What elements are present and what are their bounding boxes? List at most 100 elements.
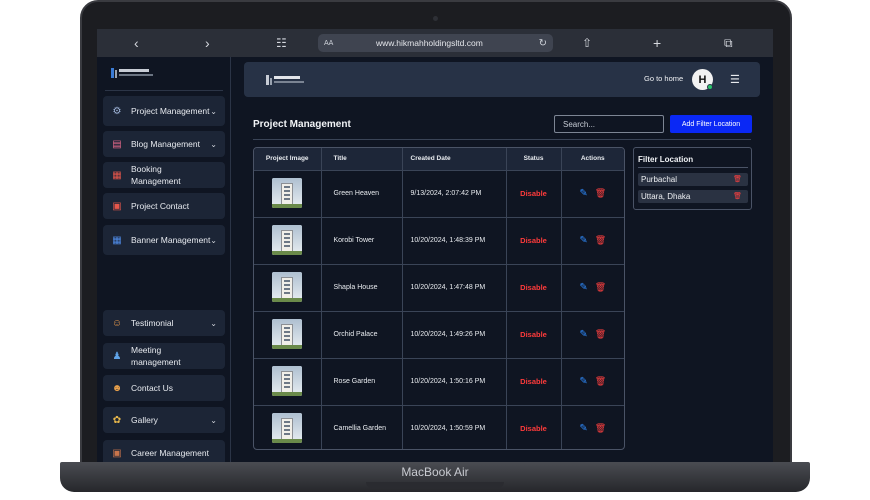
device-brand-label: MacBook Air xyxy=(401,465,469,479)
column-header-project-image: Project Image xyxy=(254,148,322,171)
edit-icon[interactable]: ✎ xyxy=(579,329,587,340)
created-date: 9/13/2024, 2:07:42 PM xyxy=(402,170,507,218)
gear-icon: ⚙ xyxy=(112,105,122,117)
sidebar-item-career-management[interactable]: ▣ Career Management xyxy=(103,440,225,462)
back-icon[interactable]: ‹ xyxy=(134,35,139,51)
project-title: Korobi Tower xyxy=(321,217,403,265)
image-icon: ▦ xyxy=(112,234,122,246)
screen: ‹ › ☷ AA www.hikmahholdingsltd.com ↻ ⇧ +… xyxy=(97,29,773,462)
created-date: 10/20/2024, 1:49:26 PM xyxy=(402,311,507,359)
chevron-down-icon: ⌄ xyxy=(210,139,217,149)
project-thumbnail[interactable] xyxy=(272,177,303,208)
status-toggle-button[interactable]: Disable xyxy=(520,424,547,433)
calendar-icon: ▦ xyxy=(112,169,122,181)
trash-icon[interactable]: 🗑 xyxy=(595,423,606,433)
project-thumbnail[interactable] xyxy=(272,224,303,255)
status-toggle-button[interactable]: Disable xyxy=(520,377,547,386)
search-input[interactable] xyxy=(554,115,664,133)
forward-icon[interactable]: › xyxy=(205,35,210,51)
status-toggle-button[interactable]: Disable xyxy=(520,236,547,245)
location-label: Uttara, Dhaka xyxy=(641,192,691,201)
sidebar-item-gallery[interactable]: ✿ Gallery ⌄ xyxy=(103,407,225,433)
edit-icon[interactable]: ✎ xyxy=(579,235,587,246)
reload-icon[interactable]: ↻ xyxy=(539,38,547,49)
edit-icon[interactable]: ✎ xyxy=(579,376,587,387)
sidebar-item-label: Gallery xyxy=(131,415,158,425)
filter-location-item[interactable]: Purbachal 🗑 xyxy=(638,173,748,186)
trash-icon[interactable]: 🗑 xyxy=(733,173,742,186)
sidebar-item-label: Project Management xyxy=(131,106,210,116)
sidebar-item-label: Meeting management xyxy=(131,345,181,367)
filter-location-panel: Filter Location Purbachal 🗑 Uttara, Dhak… xyxy=(633,147,752,210)
created-date: 10/20/2024, 1:48:39 PM xyxy=(402,217,507,265)
sidebar-item-label: Contact Us xyxy=(131,383,174,393)
edit-icon[interactable]: ✎ xyxy=(579,423,587,434)
project-thumbnail[interactable] xyxy=(272,271,303,302)
camera-icon xyxy=(433,16,438,21)
trash-icon[interactable]: 🗑 xyxy=(595,235,606,245)
project-thumbnail[interactable] xyxy=(272,412,303,443)
filter-location-item[interactable]: Uttara, Dhaka 🗑 xyxy=(638,190,748,203)
project-thumbnail[interactable] xyxy=(272,318,303,349)
browser-toolbar: ‹ › ☷ AA www.hikmahholdingsltd.com ↻ ⇧ +… xyxy=(97,29,773,57)
trash-icon[interactable]: 🗑 xyxy=(733,190,742,203)
created-date: 10/20/2024, 1:50:16 PM xyxy=(402,358,507,406)
sidebar-item-testimonial[interactable]: ☺ Testimonial ⌄ xyxy=(103,310,225,336)
laptop-notch xyxy=(366,482,504,488)
column-header-title: Title xyxy=(321,148,403,171)
filter-divider xyxy=(638,167,748,168)
column-header-status: Status xyxy=(506,148,562,171)
project-title: Shapla House xyxy=(321,264,403,312)
project-title: Green Heaven xyxy=(321,170,403,218)
tabs-overview-icon[interactable]: ⧉ xyxy=(724,35,733,51)
title-divider xyxy=(253,139,751,140)
add-filter-location-button[interactable]: Add Filter Location xyxy=(670,115,752,133)
go-to-home-link[interactable]: Go to home xyxy=(644,74,683,83)
sidebar-item-contact-us[interactable]: ☻ Contact Us xyxy=(103,375,225,401)
person-comment-icon: ☺ xyxy=(111,317,123,329)
status-toggle-button[interactable]: Disable xyxy=(520,330,547,339)
edit-icon[interactable]: ✎ xyxy=(579,282,587,293)
sidebar-item-meeting-management[interactable]: ♟ Meeting management xyxy=(103,343,225,369)
sidebar-item-label: Banner Management xyxy=(131,235,211,245)
hamburger-menu-icon[interactable]: ☰ xyxy=(730,73,740,86)
share-icon[interactable]: ⇧ xyxy=(582,35,592,51)
sidebar-item-label: Project Contact xyxy=(131,201,190,211)
status-toggle-button[interactable]: Disable xyxy=(520,283,547,292)
sidebar-item-banner-management[interactable]: ▦ Banner Management ⌄ xyxy=(103,225,225,255)
projects-table: Project Image Title Created Date Status … xyxy=(253,147,625,450)
sidebar-item-label: Testimonial xyxy=(131,318,174,328)
location-label: Purbachal xyxy=(641,175,678,184)
status-toggle-button[interactable]: Disable xyxy=(520,189,547,198)
project-title: Orchid Palace xyxy=(321,311,403,359)
top-header: Go to home H ☰ xyxy=(244,62,760,97)
new-tab-icon[interactable]: + xyxy=(653,35,661,51)
bookmarks-icon[interactable]: ☷ xyxy=(276,35,287,51)
project-title: Rose Garden xyxy=(321,358,403,406)
company-logo xyxy=(111,68,153,78)
text-size-button[interactable]: AA xyxy=(324,40,333,47)
chevron-down-icon: ⌄ xyxy=(210,318,217,328)
sidebar-item-booking-management[interactable]: ▦ Booking Management xyxy=(103,162,225,188)
table-row: Camellia Garden 10/20/2024, 1:50:59 PM D… xyxy=(254,405,624,449)
filter-panel-title: Filter Location xyxy=(638,155,694,164)
trash-icon[interactable]: 🗑 xyxy=(595,329,606,339)
sidebar-item-project-contact[interactable]: ▣ Project Contact xyxy=(103,193,225,219)
trash-icon[interactable]: 🗑 xyxy=(595,376,606,386)
project-title: Camellia Garden xyxy=(321,405,403,449)
trash-icon[interactable]: 🗑 xyxy=(595,282,606,292)
table-row: Orchid Palace 10/20/2024, 1:49:26 PM Dis… xyxy=(254,311,624,359)
chevron-down-icon: ⌄ xyxy=(210,106,217,116)
trash-icon[interactable]: 🗑 xyxy=(595,188,606,198)
sidebar-item-blog-management[interactable]: ▤ Blog Management ⌄ xyxy=(103,131,225,157)
edit-icon[interactable]: ✎ xyxy=(579,188,587,199)
briefcase-icon: ▣ xyxy=(112,447,122,459)
sidebar-item-label: Blog Management xyxy=(131,139,200,149)
table-row: Korobi Tower 10/20/2024, 1:48:39 PM Disa… xyxy=(254,217,624,265)
column-header-created-date: Created Date xyxy=(402,148,507,171)
url-text: www.hikmahholdingsltd.com xyxy=(376,38,483,48)
address-bar[interactable]: AA www.hikmahholdingsltd.com ↻ xyxy=(318,34,553,52)
project-thumbnail[interactable] xyxy=(272,365,303,396)
sidebar-item-label: Booking Management xyxy=(131,164,181,186)
sidebar-item-project-management[interactable]: ⚙ Project Management ⌄ xyxy=(103,96,225,126)
